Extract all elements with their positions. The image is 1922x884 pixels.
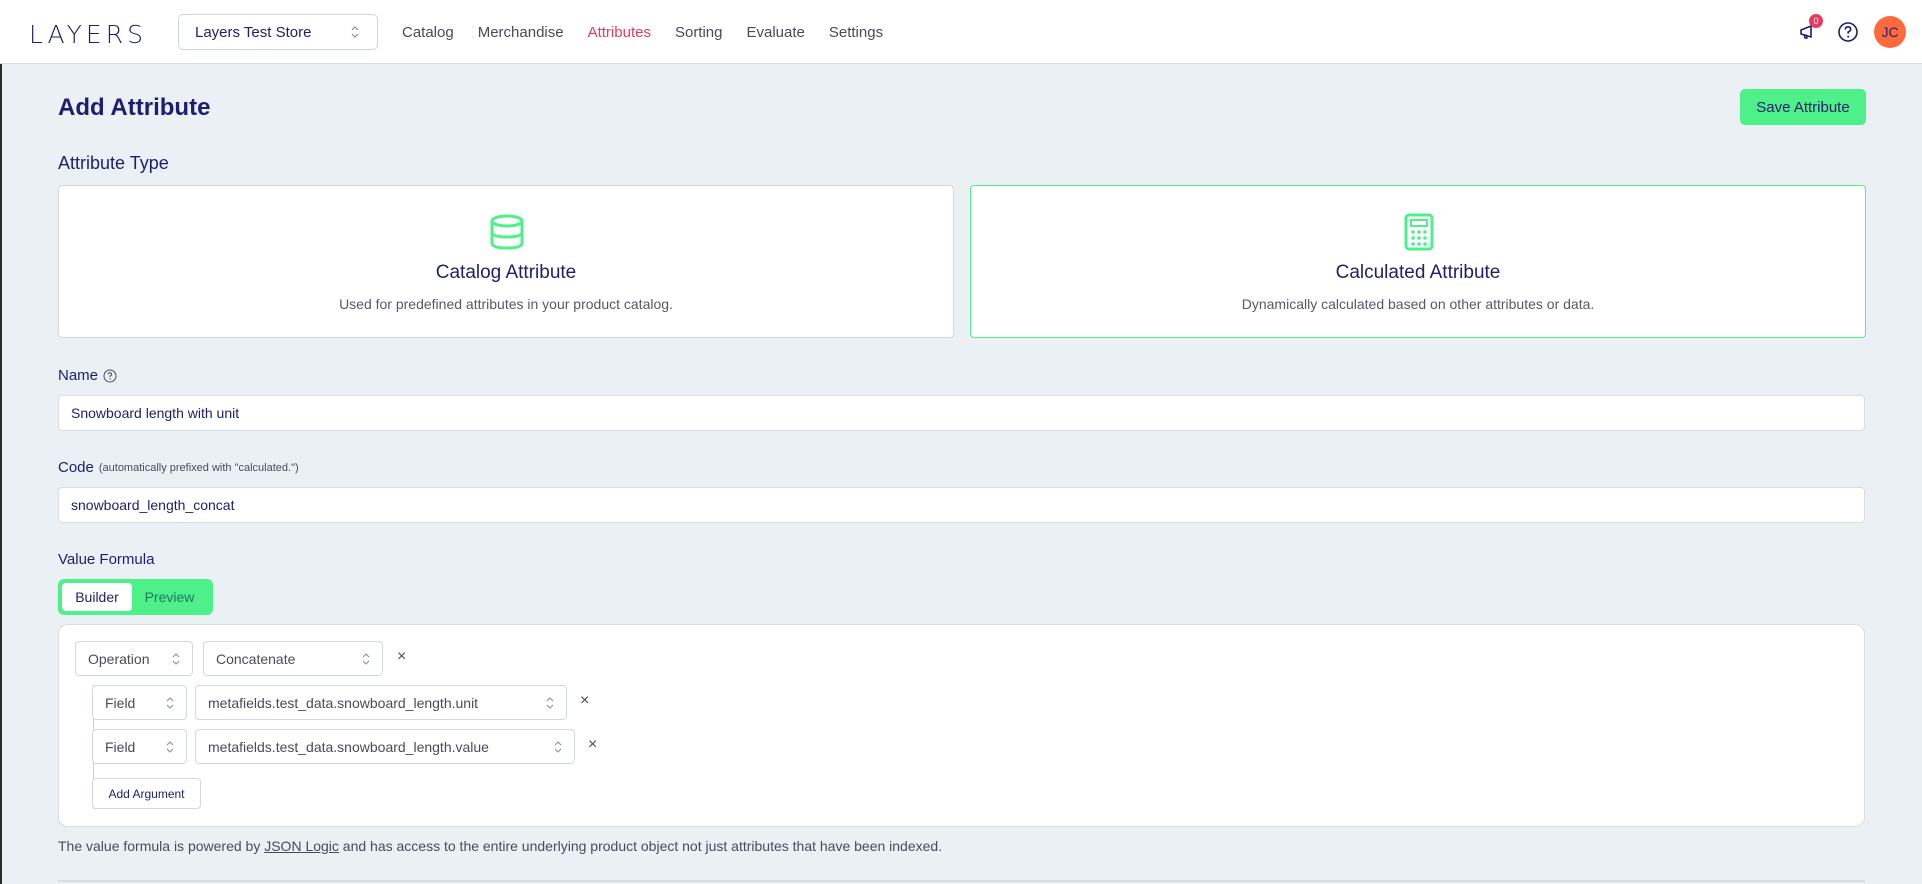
nav-settings[interactable]: Settings — [829, 24, 883, 41]
argument-type-select[interactable]: Field — [92, 729, 187, 764]
nav-merchandise[interactable]: Merchandise — [478, 24, 564, 41]
tab-preview[interactable]: Preview — [132, 583, 207, 611]
nav-sorting[interactable]: Sorting — [675, 24, 723, 41]
code-field[interactable] — [58, 487, 1865, 523]
nav-attributes[interactable]: Attributes — [588, 24, 651, 41]
tab-builder[interactable]: Builder — [62, 583, 132, 611]
argument-field-value: metafields.test_data.snowboard_length.va… — [208, 738, 489, 755]
chevron-updown-icon — [546, 697, 554, 709]
notifications-button[interactable]: 0 — [1796, 14, 1823, 44]
calculated-attribute-title: Calculated Attribute — [1335, 262, 1501, 283]
divider — [58, 880, 1865, 882]
catalog-attribute-desc: Used for predefined attributes in your p… — [339, 296, 673, 312]
remove-argument-icon[interactable]: × — [580, 692, 589, 710]
code-label: Code (automatically prefixed with "calcu… — [58, 459, 299, 476]
chevron-updown-icon — [166, 741, 174, 753]
code-label-text: Code — [58, 459, 94, 476]
footnote-after: and has access to the entire underlying … — [338, 838, 943, 854]
calculated-attribute-card[interactable]: Calculated Attribute Dynamically calcula… — [970, 185, 1866, 338]
name-label-text: Name — [58, 367, 99, 384]
formula-mode-toggle: Builder Preview — [58, 579, 213, 615]
nav-catalog[interactable]: Catalog — [402, 24, 454, 41]
argument-type-select[interactable]: Field — [92, 685, 187, 720]
database-icon — [490, 214, 524, 250]
argument-field-select[interactable]: metafields.test_data.snowboard_length.un… — [195, 685, 567, 720]
info-icon[interactable] — [103, 369, 117, 383]
calculator-icon — [1404, 213, 1434, 251]
nav-evaluate[interactable]: Evaluate — [747, 24, 805, 41]
code-hint: (automatically prefixed with "calculated… — [98, 461, 299, 474]
remove-operation-icon[interactable]: × — [397, 648, 406, 666]
top-navbar: LAYERS Layers Test Store Catalog Merchan… — [0, 0, 1922, 64]
catalog-attribute-title: Catalog Attribute — [435, 262, 577, 283]
json-logic-link[interactable]: JSON Logic — [264, 838, 339, 854]
store-selector-label: Layers Test Store — [195, 23, 312, 41]
remove-argument-icon[interactable]: × — [588, 736, 597, 754]
calculated-attribute-desc: Dynamically calculated based on other at… — [1241, 296, 1595, 312]
store-selector[interactable]: Layers Test Store — [178, 14, 378, 50]
operation-type-select[interactable]: Operation — [75, 641, 193, 676]
chevron-updown-icon — [172, 653, 180, 665]
help-icon — [1838, 22, 1858, 42]
logo[interactable]: LAYERS — [29, 20, 147, 49]
help-button[interactable] — [1836, 20, 1860, 44]
header-actions: 0 JC — [1780, 14, 1906, 48]
attribute-type-label: Attribute Type — [58, 153, 169, 173]
operation-type-value: Operation — [88, 650, 150, 667]
chevron-updown-icon — [166, 697, 174, 709]
value-formula-label: Value Formula — [58, 551, 155, 568]
page-title: Add Attribute — [58, 94, 211, 121]
notification-badge: 0 — [1809, 14, 1823, 28]
name-label: Name — [58, 367, 117, 384]
operation-value-select[interactable]: Concatenate — [203, 641, 383, 676]
window-edge — [0, 0, 2, 884]
argument-field-select[interactable]: metafields.test_data.snowboard_length.va… — [195, 729, 575, 764]
argument-type-value: Field — [105, 694, 136, 711]
chevron-updown-icon — [554, 741, 562, 753]
add-argument-button[interactable]: Add Argument — [92, 778, 201, 809]
formula-builder: Operation Concatenate × Field metafields… — [58, 624, 1865, 827]
main-nav: Catalog Merchandise Attributes Sorting E… — [402, 0, 907, 64]
formula-footnote: The value formula is powered by JSON Log… — [58, 838, 942, 854]
argument-type-value: Field — [105, 738, 136, 755]
save-attribute-button[interactable]: Save Attribute — [1740, 89, 1866, 125]
catalog-attribute-card[interactable]: Catalog Attribute Used for predefined at… — [58, 185, 954, 338]
footnote-before: The value formula is powered by — [58, 838, 265, 854]
chevron-updown-icon — [351, 26, 359, 38]
operation-value: Concatenate — [216, 650, 296, 667]
user-avatar[interactable]: JC — [1874, 16, 1906, 48]
argument-field-value: metafields.test_data.snowboard_length.un… — [208, 694, 479, 711]
chevron-updown-icon — [362, 653, 370, 665]
name-field[interactable] — [58, 395, 1865, 431]
